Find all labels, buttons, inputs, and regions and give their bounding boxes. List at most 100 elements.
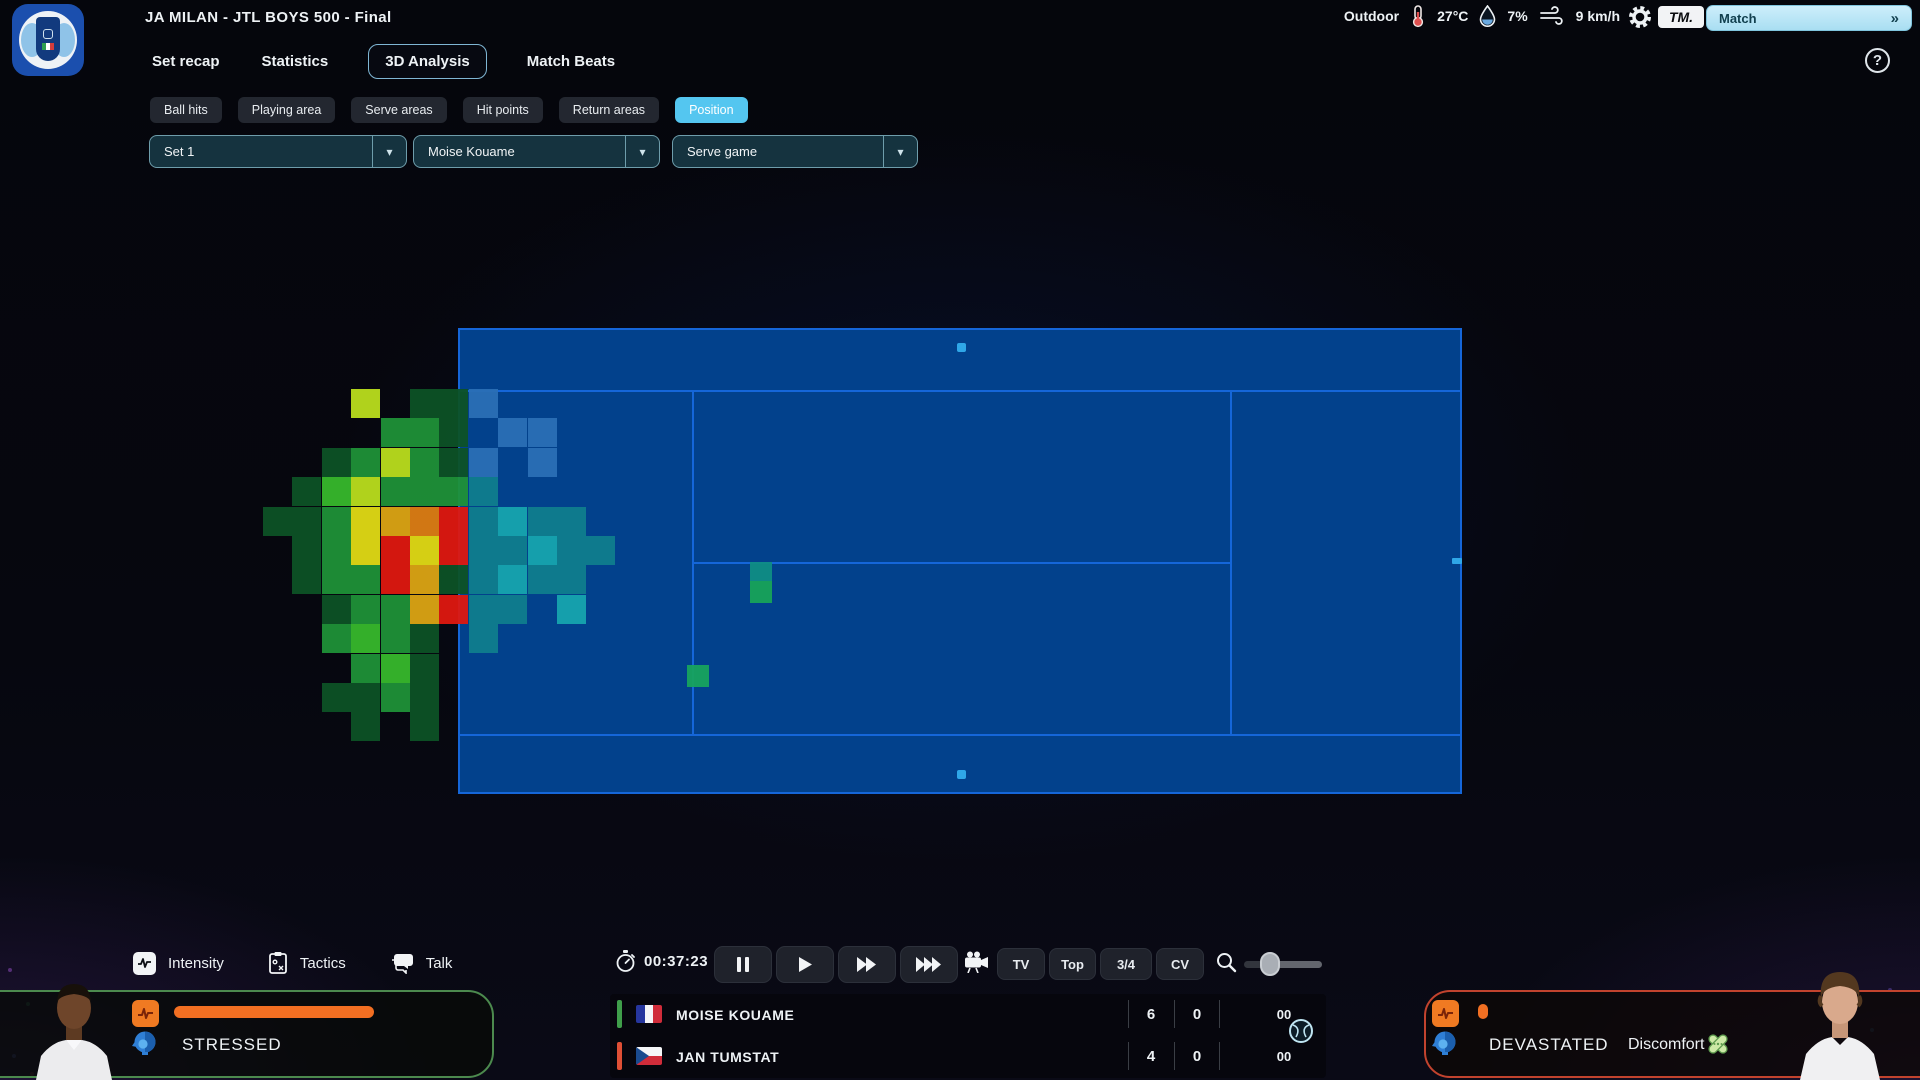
heatmap-cell bbox=[410, 536, 439, 565]
player1-name: MOISE KOUAME bbox=[676, 1007, 794, 1023]
heatmap-cell bbox=[322, 624, 351, 653]
player1-mental-state-icon bbox=[130, 1029, 158, 1057]
chip-serve-areas[interactable]: Serve areas bbox=[351, 97, 446, 123]
italy-flag-icon bbox=[42, 43, 54, 50]
player1-color-bar bbox=[617, 1000, 622, 1028]
play-button[interactable] bbox=[776, 946, 834, 983]
heatmap-cell bbox=[410, 389, 439, 418]
set-dropdown[interactable]: Set 1 ▾ bbox=[149, 135, 407, 168]
thermometer-icon bbox=[1410, 4, 1426, 28]
player1-avatar[interactable] bbox=[26, 972, 122, 1080]
humidity-value: 7% bbox=[1507, 8, 1527, 24]
settings-gear-icon[interactable] bbox=[1628, 5, 1652, 29]
heatmap-cell bbox=[322, 565, 351, 594]
club-logo-shield bbox=[36, 17, 60, 61]
chevron-down-icon: ▾ bbox=[372, 136, 406, 167]
view-cv-button[interactable]: CV bbox=[1156, 948, 1204, 980]
player2-avatar[interactable] bbox=[1788, 962, 1892, 1080]
serving-indicator-ball-icon bbox=[1288, 1018, 1314, 1044]
view-top-button[interactable]: Top bbox=[1049, 948, 1096, 980]
heatmap-cell bbox=[351, 477, 380, 506]
heatmap-cell bbox=[381, 624, 410, 653]
club-logo-crest bbox=[43, 29, 53, 39]
heatmap-cell bbox=[351, 507, 380, 536]
heatmap-cell bbox=[410, 477, 439, 506]
player2-intensity-bar bbox=[1478, 1004, 1678, 1016]
heatmap-cell bbox=[263, 507, 292, 536]
player2-points: 00 bbox=[1266, 1049, 1302, 1064]
player-dropdown[interactable]: Moise Kouame ▾ bbox=[413, 135, 660, 168]
help-button[interactable]: ? bbox=[1865, 48, 1890, 73]
fast-forward-button[interactable] bbox=[838, 946, 896, 983]
pause-button[interactable] bbox=[714, 946, 772, 983]
heatmap-cell bbox=[292, 507, 321, 536]
heatmap-cell bbox=[351, 595, 380, 624]
chip-hit-points[interactable]: Hit points bbox=[463, 97, 543, 123]
analysis-tabs: Set recap Statistics 3D Analysis Match B… bbox=[150, 40, 617, 82]
player2-condition-label: Discomfort bbox=[1628, 1036, 1704, 1054]
discomfort-bandage-icon bbox=[1704, 1030, 1732, 1058]
intensity-button[interactable]: Intensity bbox=[133, 952, 224, 975]
overlay-filter-chips: Ball hits Playing area Serve areas Hit p… bbox=[150, 97, 748, 123]
chevron-down-icon: ▾ bbox=[625, 136, 659, 167]
player1-intensity-bar bbox=[174, 1006, 374, 1018]
tactics-clipboard-icon bbox=[268, 951, 288, 975]
heatmap-cell bbox=[351, 565, 380, 594]
heatmap-cell bbox=[410, 624, 439, 653]
heatmap-cell bbox=[410, 683, 439, 712]
player2-mental-state-icon bbox=[1430, 1029, 1458, 1057]
heatmap-cell bbox=[322, 507, 351, 536]
chip-position[interactable]: Position bbox=[675, 97, 747, 123]
tab-statistics[interactable]: Statistics bbox=[260, 45, 331, 78]
intensity-icon bbox=[133, 952, 156, 975]
zoom-magnifier-icon bbox=[1216, 952, 1237, 973]
czechia-flag-icon bbox=[636, 1047, 662, 1065]
fastest-forward-icon bbox=[916, 957, 942, 972]
heatmap-cell bbox=[351, 536, 380, 565]
heatmap-cell bbox=[381, 654, 410, 683]
fastest-forward-button[interactable] bbox=[900, 946, 958, 983]
heatmap-cell bbox=[292, 565, 321, 594]
match-button[interactable]: Match » bbox=[1706, 5, 1912, 31]
heatmap-cell bbox=[292, 536, 321, 565]
france-flag-icon bbox=[636, 1005, 662, 1023]
environment-label: Outdoor bbox=[1344, 8, 1399, 24]
heatmap-cell bbox=[381, 595, 410, 624]
talk-label: Talk bbox=[426, 955, 453, 972]
tab-3d-analysis[interactable]: 3D Analysis bbox=[368, 44, 487, 79]
chip-return-areas[interactable]: Return areas bbox=[559, 97, 659, 123]
heatmap-cell bbox=[410, 507, 439, 536]
talk-button[interactable]: Talk bbox=[390, 952, 453, 974]
net-post-marker-bottom bbox=[957, 770, 966, 779]
broadcast-camera-icon[interactable] bbox=[964, 951, 990, 973]
heatmap-cell bbox=[351, 654, 380, 683]
tm-logo: TM. bbox=[1658, 6, 1704, 28]
player2-name: JAN TUMSTAT bbox=[676, 1049, 779, 1065]
baseline-center-mark bbox=[1452, 558, 1462, 564]
coach-actions: Intensity Tactics Talk bbox=[133, 946, 452, 980]
heatmap-cell bbox=[351, 389, 380, 418]
chevron-down-icon: ▾ bbox=[883, 136, 917, 167]
score-separator bbox=[1174, 1042, 1175, 1070]
player2-intensity-icon bbox=[1432, 1000, 1459, 1027]
tab-set-recap[interactable]: Set recap bbox=[150, 45, 222, 78]
camera-zoom-slider-knob[interactable] bbox=[1260, 952, 1280, 976]
heatmap-cell bbox=[410, 654, 439, 683]
player1-games: 0 bbox=[1182, 1006, 1212, 1023]
tab-match-beats[interactable]: Match Beats bbox=[525, 45, 617, 78]
camera-zoom-slider-track[interactable] bbox=[1244, 961, 1322, 968]
match-screen: JA MILAN - JTL BOYS 500 - Final Outdoor … bbox=[0, 0, 1920, 1080]
singles-sideline-bottom bbox=[460, 734, 1460, 736]
chip-playing-area[interactable]: Playing area bbox=[238, 97, 336, 123]
heatmap-cell bbox=[351, 624, 380, 653]
view-three-quarter-button[interactable]: 3/4 bbox=[1100, 948, 1152, 980]
club-logo bbox=[12, 4, 84, 76]
heatmap-cell bbox=[322, 448, 351, 477]
singles-sideline-top bbox=[460, 390, 1460, 392]
score-separator bbox=[1128, 1042, 1129, 1070]
chip-ball-hits[interactable]: Ball hits bbox=[150, 97, 222, 123]
player2-color-bar bbox=[617, 1042, 622, 1070]
game-type-dropdown[interactable]: Serve game ▾ bbox=[672, 135, 918, 168]
tactics-button[interactable]: Tactics bbox=[268, 951, 346, 975]
view-tv-button[interactable]: TV bbox=[997, 948, 1045, 980]
